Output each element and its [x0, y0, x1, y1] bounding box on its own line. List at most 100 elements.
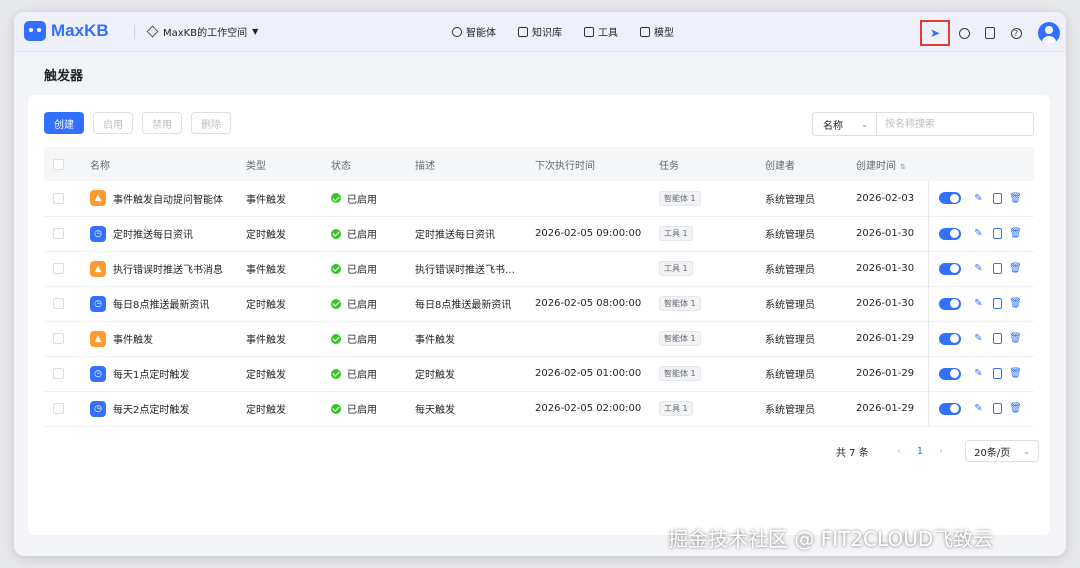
- caret-down-icon: ▼: [252, 27, 259, 36]
- logo[interactable]: MaxKB: [24, 21, 109, 41]
- status-cell: 已启用: [331, 191, 415, 206]
- row-checkbox[interactable]: [53, 192, 64, 204]
- task-tag: 智能体 1: [659, 366, 701, 381]
- table-row[interactable]: ▲ 事件触发自动提问智能体 事件触发 已启用 智能体 1 系统管理员 2026-02-03 ✎…: [44, 181, 1034, 217]
- select-all-checkbox[interactable]: [53, 158, 64, 170]
- create-button[interactable]: 创建: [44, 112, 84, 134]
- trigger-description: 事件触发: [415, 321, 535, 357]
- logo-icon: [24, 21, 46, 41]
- col-description: 描述: [415, 147, 535, 181]
- page-size-select[interactable]: 20条/页 ⌄: [965, 440, 1040, 462]
- edit-icon[interactable]: ✎: [973, 333, 985, 345]
- table-row[interactable]: ◷ 每日8点推送最新资讯 定时触发 已启用 每日8点推送最新资讯 2026-02-05 0…: [44, 286, 1034, 322]
- trigger-name: 执行错误时推送飞书消息: [113, 265, 223, 276]
- task-tag: 智能体 1: [659, 296, 701, 311]
- workspace-selector[interactable]: MaxKB的工作空间 ▼: [146, 24, 259, 39]
- edit-icon[interactable]: ✎: [973, 228, 985, 240]
- enable-button[interactable]: 启用: [93, 112, 133, 134]
- edit-icon[interactable]: ✎: [973, 263, 985, 275]
- created-at: 2026-01-30: [856, 286, 928, 322]
- nav-knowledge[interactable]: 知识库: [518, 24, 562, 39]
- nav-model[interactable]: 模型: [640, 24, 674, 39]
- created-at: 2026-01-30: [856, 251, 928, 287]
- enable-toggle[interactable]: [938, 367, 961, 380]
- edit-icon[interactable]: ✎: [973, 368, 985, 380]
- main-nav: 智能体 知识库 工具 模型: [452, 24, 696, 39]
- search-field-select[interactable]: 名称 ⌄: [813, 113, 877, 135]
- created-at: 2026-01-29: [856, 321, 928, 357]
- delete-icon[interactable]: 🗑: [1009, 192, 1022, 204]
- status-label: 已启用: [347, 194, 377, 206]
- edit-icon[interactable]: ✎: [973, 298, 985, 310]
- creator: 系统管理员: [765, 321, 856, 357]
- search-bar: 名称 ⌄: [812, 112, 1034, 136]
- check-circle-icon: [331, 333, 341, 344]
- enable-toggle[interactable]: [938, 192, 961, 205]
- next-page-icon[interactable]: ›: [939, 446, 943, 457]
- record-icon[interactable]: [992, 368, 1002, 379]
- enable-toggle[interactable]: [938, 297, 961, 310]
- delete-button[interactable]: 删除: [191, 112, 231, 134]
- col-created-at[interactable]: 创建时间 ⇅: [856, 147, 1034, 181]
- nav-agent[interactable]: 智能体: [452, 24, 496, 39]
- record-icon[interactable]: [992, 192, 1002, 204]
- record-icon[interactable]: [992, 263, 1002, 274]
- github-button[interactable]: [952, 21, 976, 45]
- table-row[interactable]: ◷ 定时推送每日资讯 定时触发 已启用 定时推送每日资讯 2026-02-05 09:00…: [44, 216, 1034, 252]
- task-tag: 工具 1: [659, 261, 693, 276]
- row-checkbox[interactable]: [53, 263, 64, 274]
- delete-icon[interactable]: 🗑: [1009, 333, 1022, 345]
- chevron-down-icon: ⌄: [1023, 446, 1031, 456]
- check-circle-icon: [331, 368, 341, 379]
- delete-icon[interactable]: 🗑: [1009, 298, 1022, 310]
- record-icon[interactable]: [992, 298, 1002, 309]
- creator: 系统管理员: [765, 216, 856, 252]
- delete-icon[interactable]: 🗑: [1009, 403, 1022, 415]
- status-label: 已启用: [347, 230, 377, 241]
- edit-icon[interactable]: ✎: [973, 403, 985, 415]
- disable-button[interactable]: 禁用: [142, 112, 182, 134]
- current-page[interactable]: 1: [917, 446, 923, 457]
- enable-toggle[interactable]: [938, 262, 961, 275]
- row-checkbox[interactable]: [53, 228, 64, 239]
- page-title: 触发器: [44, 69, 84, 84]
- record-icon[interactable]: [992, 403, 1002, 414]
- table-row[interactable]: ▲ 执行错误时推送飞书消息 事件触发 已启用 执行错误时推送飞书… 工具 1 系统管理员 20…: [44, 251, 1034, 287]
- record-icon[interactable]: [992, 228, 1002, 239]
- row-checkbox[interactable]: [53, 368, 64, 379]
- row-checkbox[interactable]: [53, 333, 64, 344]
- delete-icon[interactable]: 🗑: [1009, 263, 1022, 275]
- docs-button[interactable]: [978, 21, 1002, 45]
- enable-toggle[interactable]: [938, 402, 961, 415]
- task-tag: 工具 1: [659, 226, 693, 241]
- status-cell: 已启用: [331, 331, 415, 346]
- table-row[interactable]: ▲ 事件触发 事件触发 已启用 事件触发 智能体 1 系统管理员 2026-01-29 ✎ 🗑: [44, 321, 1034, 357]
- row-checkbox[interactable]: [53, 403, 64, 414]
- table-row[interactable]: ◷ 每天2点定时触发 定时触发 已启用 每天触发 2026-02-05 02:00:00 工…: [44, 391, 1034, 427]
- trigger-name: 每天2点定时触发: [113, 405, 190, 416]
- record-icon[interactable]: [992, 333, 1002, 344]
- toolbox-icon: [584, 26, 594, 37]
- edit-icon[interactable]: ✎: [973, 192, 985, 204]
- nav-model-label: 模型: [654, 28, 674, 39]
- status-cell: 已启用: [331, 226, 415, 241]
- col-next-run: 下次执行时间: [535, 147, 659, 181]
- row-checkbox[interactable]: [53, 298, 64, 309]
- prev-page-icon[interactable]: ‹: [897, 446, 901, 457]
- enable-toggle[interactable]: [938, 227, 961, 240]
- enable-toggle[interactable]: [938, 332, 961, 345]
- sort-icon[interactable]: ⇅: [900, 163, 906, 171]
- app-name: MaxKB: [51, 21, 109, 40]
- search-input[interactable]: [877, 113, 1027, 135]
- delete-icon[interactable]: 🗑: [1009, 228, 1022, 240]
- trigger-type: 定时触发: [246, 391, 331, 427]
- status-cell: 已启用: [331, 261, 415, 276]
- help-button[interactable]: ?: [1004, 21, 1028, 45]
- trigger-button[interactable]: ➤: [920, 20, 950, 46]
- cube-icon: [640, 26, 650, 37]
- table-header: 名称 类型 状态 描述 下次执行时间 任务 创建者 创建时间 ⇅: [44, 147, 1034, 181]
- table-row[interactable]: ◷ 每天1点定时触发 定时触发 已启用 定时触发 2026-02-05 01:00:00 智…: [44, 356, 1034, 392]
- delete-icon[interactable]: 🗑: [1009, 368, 1022, 380]
- nav-tools[interactable]: 工具: [584, 24, 618, 39]
- avatar[interactable]: [1038, 22, 1060, 44]
